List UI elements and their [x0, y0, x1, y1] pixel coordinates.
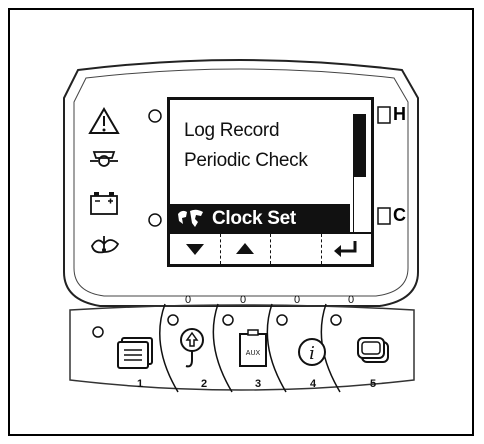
button-3-led-label: 0	[240, 294, 247, 306]
menu-item-log-record[interactable]: Log Record	[184, 120, 280, 142]
button-5-number: 5	[370, 378, 377, 390]
button-5-led	[330, 314, 342, 326]
button-4-led-label: 0	[294, 294, 301, 306]
lcd-display: Log Record Periodic Check Clock Set	[167, 97, 374, 267]
button-3-led	[222, 314, 234, 326]
button-4-led	[276, 314, 288, 326]
arrow-down-icon	[185, 244, 204, 255]
divider-2	[212, 303, 233, 393]
led-h	[377, 106, 391, 124]
arrow-up-icon	[236, 243, 255, 254]
scroll-thumb[interactable]	[354, 114, 366, 177]
divider-3	[266, 303, 287, 393]
button-3-number: 3	[255, 378, 262, 390]
warning-icon	[88, 107, 120, 134]
softkey-up[interactable]	[219, 234, 271, 264]
screens-icon[interactable]	[357, 337, 389, 363]
coolant-temperature-icon	[91, 236, 120, 254]
battery-icon	[90, 192, 118, 215]
hook-icon[interactable]	[180, 328, 204, 368]
info-icon[interactable]: i	[298, 338, 326, 366]
svg-text:i: i	[309, 343, 315, 364]
softkey-bar	[170, 232, 371, 264]
hot-label: H	[393, 104, 406, 124]
oil-pressure-icon	[90, 151, 118, 167]
softkey-enter[interactable]	[320, 234, 372, 264]
led-c	[377, 207, 391, 225]
enter-icon	[334, 241, 357, 257]
aux-icon[interactable]: AUX	[239, 329, 267, 367]
led-top-left	[148, 109, 162, 123]
button-5-led-label: 0	[348, 294, 355, 306]
button-1-led	[92, 326, 104, 338]
softkey-blank[interactable]	[270, 234, 321, 264]
menu-item-periodic-check[interactable]: Periodic Check	[184, 150, 308, 172]
button-4-number: 4	[310, 378, 317, 390]
button-2-led-label: 0	[185, 294, 192, 306]
document-icon[interactable]	[117, 337, 153, 369]
button-2-led	[167, 314, 179, 326]
button-2-number: 2	[201, 378, 208, 390]
led-bottom-left	[148, 213, 162, 227]
menu-item-clock-set[interactable]: Clock Set	[170, 204, 350, 234]
cold-label: C	[393, 205, 406, 225]
menu-item-label: Clock Set	[212, 208, 296, 229]
button-1-number: 1	[137, 378, 144, 390]
globe-icon	[178, 209, 203, 227]
softkey-down[interactable]	[170, 234, 220, 264]
svg-text:AUX: AUX	[246, 350, 261, 357]
